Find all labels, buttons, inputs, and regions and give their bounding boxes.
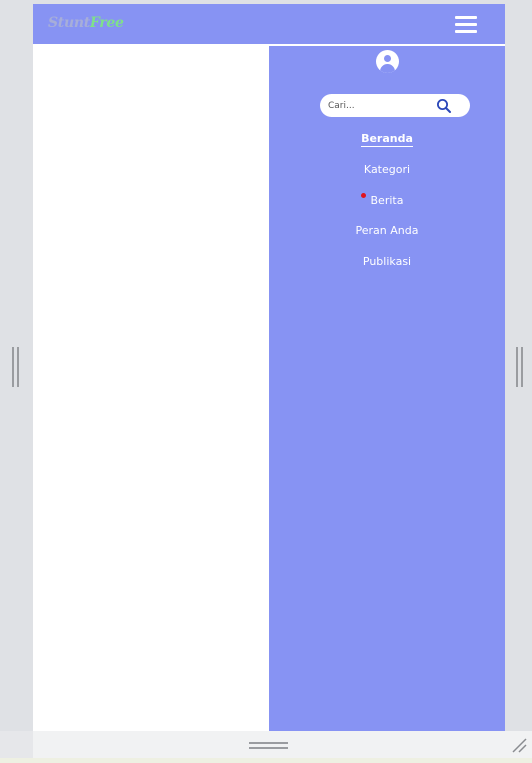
- resize-handle-icon[interactable]: [510, 736, 528, 754]
- left-resize-handle[interactable]: [12, 347, 19, 387]
- search-box: [320, 94, 470, 117]
- top-navbar: StuntFree: [33, 4, 505, 45]
- nav-item-kategori[interactable]: Kategori: [269, 163, 505, 176]
- nav-item-label: Publikasi: [362, 255, 412, 268]
- side-menu: Beranda Kategori Berita Peran Anda Publi…: [269, 46, 505, 731]
- user-circle-icon[interactable]: [376, 50, 399, 73]
- bottom-edge: [0, 758, 532, 763]
- right-resize-handle[interactable]: [516, 347, 523, 387]
- nav-item-label: Kategori: [363, 163, 411, 176]
- device-frame-left: [0, 0, 33, 731]
- nav-item-label: Peran Anda: [355, 224, 419, 237]
- hamburger-icon[interactable]: [455, 16, 477, 34]
- logo-text-free: Free: [89, 15, 124, 31]
- search-icon[interactable]: [436, 98, 452, 114]
- nav-item-label: Berita: [370, 194, 404, 207]
- nav-item-berita[interactable]: Berita: [269, 194, 505, 207]
- brand-logo[interactable]: StuntFree: [48, 15, 124, 31]
- nav-item-label: Beranda: [361, 132, 413, 147]
- nav-item-publikasi[interactable]: Publikasi: [269, 255, 505, 268]
- bottom-resize-handle[interactable]: [249, 742, 288, 749]
- page-viewport: StuntFree Beranda Kategori Berita Peran …: [33, 4, 505, 731]
- search-input[interactable]: [328, 97, 428, 114]
- logo-text-stunt: Stunt: [48, 15, 90, 31]
- bottom-frame-bar: [33, 731, 532, 758]
- nav-item-peran-anda[interactable]: Peran Anda: [269, 224, 505, 237]
- nav-item-beranda[interactable]: Beranda: [269, 132, 505, 147]
- notification-dot: [361, 193, 366, 198]
